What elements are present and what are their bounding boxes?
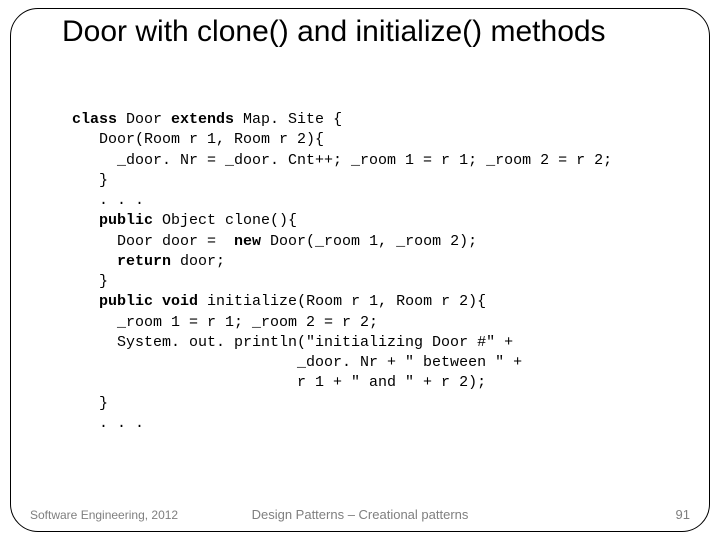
kw-public-void: public void [99,293,198,310]
code-text: r 1 + " and " + r 2); [72,374,486,391]
code-text: System. out. println("initializing Door … [72,334,513,351]
code-text: Object clone(){ [153,212,297,229]
code-text: . . . [72,192,144,209]
code-text [72,212,99,229]
code-text: Door(_room 1, _room 2); [261,233,477,250]
code-text: door; [171,253,225,270]
kw-new: new [234,233,261,250]
code-text: Map. Site { [234,111,342,128]
code-text [72,293,99,310]
code-text: } [72,172,108,189]
kw-extends: extends [171,111,234,128]
code-block: class Door extends Map. Site { Door(Room… [72,110,680,434]
kw-public: public [99,212,153,229]
kw-return: return [117,253,171,270]
code-text: _door. Nr = _door. Cnt++; _room 1 = r 1;… [72,152,612,169]
code-text: Door(Room r 1, Room r 2){ [72,131,324,148]
code-text: } [72,273,108,290]
code-text: Door door = [72,233,234,250]
kw-class: class [72,111,117,128]
page-number: 91 [676,507,690,522]
code-text: . . . [72,415,144,432]
code-text: _room 1 = r 1; _room 2 = r 2; [72,314,378,331]
slide-title: Door with clone() and initialize() metho… [62,14,680,50]
code-text: _door. Nr + " between " + [72,354,522,371]
footer-center: Design Patterns – Creational patterns [0,507,720,522]
code-text: initialize(Room r 1, Room r 2){ [198,293,486,310]
code-text: } [72,395,108,412]
code-text: Door [117,111,171,128]
code-text [72,253,117,270]
